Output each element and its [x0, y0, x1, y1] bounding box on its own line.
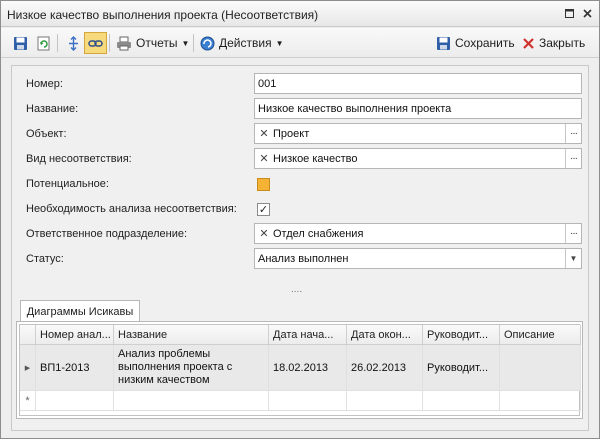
- save-label: Сохранить: [455, 36, 515, 50]
- new-row-cell[interactable]: [347, 391, 423, 411]
- col-description[interactable]: Описание: [500, 325, 581, 345]
- col-end-date[interactable]: Дата окон...: [347, 325, 423, 345]
- new-row-cell[interactable]: [423, 391, 500, 411]
- status-value: Анализ выполнен: [258, 252, 349, 265]
- actions-menu-button[interactable]: Действия ▼: [197, 32, 287, 54]
- cell-description[interactable]: [500, 345, 581, 391]
- reports-menu-button[interactable]: Отчеты ▼: [113, 32, 192, 54]
- printer-icon: [117, 36, 131, 50]
- cell-name[interactable]: Анализ проблемы выполнения проекта с низ…: [114, 345, 269, 391]
- col-name[interactable]: Название: [114, 325, 269, 345]
- type-label: Вид несоответствия:: [26, 153, 132, 165]
- cell-end-date[interactable]: 26.02.2013: [347, 345, 423, 391]
- ellipsis-button[interactable]: ···: [565, 149, 581, 168]
- tab-label: Диаграммы Исикавы: [26, 305, 134, 318]
- potential-checkbox[interactable]: [257, 178, 270, 191]
- refresh-document-icon: [37, 36, 50, 50]
- restore-icon[interactable]: [563, 7, 576, 20]
- type-value: Низкое качество: [273, 152, 358, 165]
- number-value: 001: [258, 77, 277, 90]
- status-label: Статус:: [26, 253, 64, 265]
- close-window-icon[interactable]: [581, 7, 594, 20]
- toolbar: Отчеты ▼ Действия ▼ Сохранить Закрыть: [1, 28, 599, 58]
- link-chain-icon: [88, 39, 103, 47]
- analysis-checkbox[interactable]: ✓: [257, 203, 270, 216]
- chevron-down-icon: ▼: [275, 38, 284, 48]
- new-row-icon: *: [20, 391, 36, 411]
- analysis-label: Необходимость анализа несоответствия:: [26, 203, 237, 215]
- row-arrow-icon: ▶: [20, 345, 36, 391]
- new-row-cell[interactable]: [269, 391, 347, 411]
- object-label: Объект:: [26, 128, 67, 140]
- clear-icon[interactable]: ✕: [258, 152, 270, 165]
- clear-icon[interactable]: ✕: [258, 127, 270, 140]
- document-window: Низкое качество выполнения проекта (Несо…: [0, 0, 600, 439]
- save-disk-button[interactable]: [10, 32, 31, 54]
- col-manager[interactable]: Руководит...: [423, 325, 500, 345]
- save-button[interactable]: Сохранить: [433, 32, 518, 54]
- link-button[interactable]: [84, 32, 107, 54]
- actions-globe-icon: [200, 36, 215, 50]
- object-field[interactable]: ✕ Проект ···: [254, 123, 582, 144]
- ellipsis-button[interactable]: ···: [565, 224, 581, 243]
- close-red-icon: [523, 37, 534, 49]
- potential-label: Потенциальное:: [26, 178, 109, 190]
- title-bar: Низкое качество выполнения проекта (Несо…: [1, 1, 599, 27]
- cell-number[interactable]: ВП1-2013: [36, 345, 114, 391]
- col-start-date[interactable]: Дата нача...: [269, 325, 347, 345]
- floppy-icon: [437, 36, 450, 50]
- row-indicator-header: [20, 325, 36, 345]
- move-arrows-icon: [69, 35, 78, 51]
- reports-label: Отчеты: [136, 36, 178, 50]
- splitter-grip[interactable]: ....: [291, 284, 302, 295]
- new-row-cell[interactable]: [114, 391, 269, 411]
- new-row-cell[interactable]: [36, 391, 114, 411]
- floppy-icon: [14, 36, 27, 50]
- form-panel: Номер: 001 Название: Низкое качество вып…: [11, 65, 589, 431]
- number-label: Номер:: [26, 78, 63, 90]
- chevron-down-icon[interactable]: ▼: [565, 249, 581, 268]
- name-label: Название:: [26, 103, 79, 115]
- actions-label: Действия: [219, 36, 272, 50]
- department-value: Отдел снабжения: [273, 227, 364, 240]
- tab-ishikawa[interactable]: Диаграммы Исикавы: [20, 300, 140, 322]
- department-field[interactable]: ✕ Отдел снабжения ···: [254, 223, 582, 244]
- type-field[interactable]: ✕ Низкое качество ···: [254, 148, 582, 169]
- refresh-button[interactable]: [33, 32, 54, 54]
- ishikawa-grid: Номер анал... Название Дата нача... Дата…: [19, 324, 581, 416]
- close-button[interactable]: Закрыть: [519, 32, 588, 54]
- number-field[interactable]: 001: [254, 73, 582, 94]
- status-select[interactable]: Анализ выполнен ▼: [254, 248, 582, 269]
- department-label: Ответственное подразделение:: [26, 228, 188, 240]
- col-number[interactable]: Номер анал...: [36, 325, 114, 345]
- cell-manager[interactable]: Руководит...: [423, 345, 500, 391]
- close-label: Закрыть: [539, 36, 586, 50]
- move-button[interactable]: [63, 32, 84, 54]
- chevron-down-icon: ▼: [181, 38, 190, 48]
- name-value: Низкое качество выполнения проекта: [258, 102, 452, 115]
- window-title: Низкое качество выполнения проекта (Несо…: [7, 8, 319, 22]
- ellipsis-button[interactable]: ···: [565, 124, 581, 143]
- clear-icon[interactable]: ✕: [258, 227, 270, 240]
- name-field[interactable]: Низкое качество выполнения проекта: [254, 98, 582, 119]
- object-value: Проект: [273, 127, 310, 140]
- new-row-cell[interactable]: [500, 391, 581, 411]
- tab-content: Номер анал... Название Дата нача... Дата…: [16, 321, 583, 419]
- cell-start-date[interactable]: 18.02.2013: [269, 345, 347, 391]
